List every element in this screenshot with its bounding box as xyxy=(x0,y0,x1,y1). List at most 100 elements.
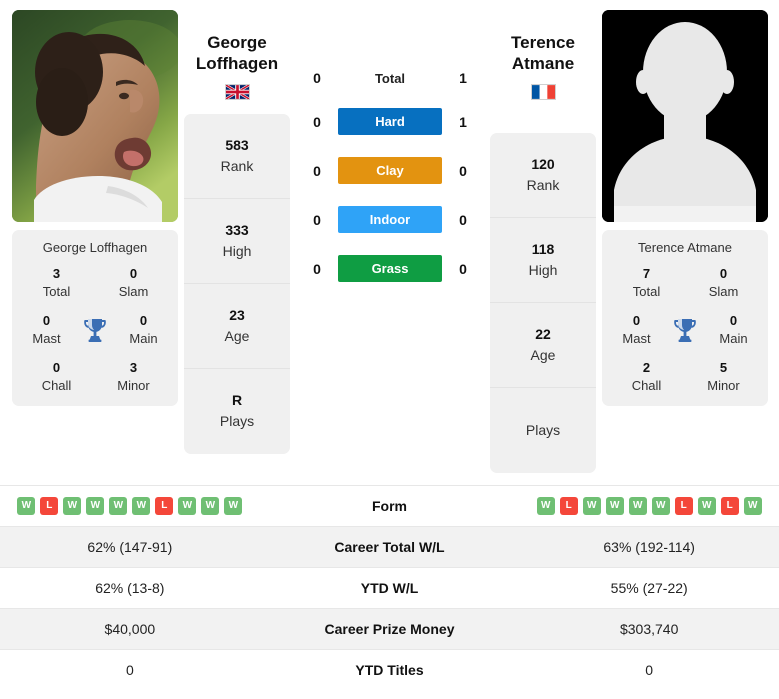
h2h-row-hard: 0 Hard 1 xyxy=(296,108,484,135)
left-titles-mast-value: 0 xyxy=(42,313,51,329)
left-titles-mast: 0 Mast xyxy=(18,312,75,347)
left-player-name: George Loffhagen xyxy=(184,32,290,75)
right-form-badge-3: W xyxy=(605,496,624,515)
row-label-ytd-titles: YTD Titles xyxy=(355,661,424,678)
comparison-header: George Loffhagen 3 Total 0 Slam 0 Mast 0… xyxy=(0,0,779,473)
left-titles-slam-value: 0 xyxy=(129,266,138,281)
left-form-badge-6: L xyxy=(155,496,174,515)
left-info-plays: R Plays xyxy=(184,369,290,454)
h2h-total-right-value: 1 xyxy=(459,70,467,86)
left-info-high-value: 333 xyxy=(225,221,249,238)
left-ytd-wl: 62% (13-8) xyxy=(95,579,165,596)
left-titles-row-3: 0 Chall 3 Minor xyxy=(18,359,172,394)
left-titles-minor-label: Minor xyxy=(117,377,150,393)
left-form-badge-0: W xyxy=(17,496,36,515)
right-titles-slam: 0 Slam xyxy=(685,265,762,300)
left-info-plays-label: Plays xyxy=(219,413,255,429)
right-titles-total-value: 7 xyxy=(642,266,651,281)
row-label-career-total-wl: Career Total W/L xyxy=(334,538,445,555)
right-titles-row-2: 0 Mast 0 Main xyxy=(608,312,762,347)
h2h-hard-left-value: 0 xyxy=(313,113,321,130)
right-titles-chall-value: 2 xyxy=(642,360,651,376)
right-form-badge-1: L xyxy=(559,496,578,515)
left-form-badges: WLWWWWLWWW xyxy=(0,496,260,515)
left-titles-main-value: 0 xyxy=(139,313,148,329)
right-form-badge-2: W xyxy=(582,496,601,515)
surface-badge-indoor[interactable]: Indoor xyxy=(338,206,442,233)
right-player-name-block: Terence Atmane xyxy=(490,10,596,100)
right-info-age-label: Age xyxy=(530,346,556,363)
right-info-age-value: 22 xyxy=(535,325,551,342)
surface-badge-grass[interactable]: Grass xyxy=(338,255,442,282)
surface-badge-hard[interactable]: Hard xyxy=(338,108,442,135)
right-info-rank-label: Rank xyxy=(526,176,560,193)
left-titles-minor-value: 3 xyxy=(129,360,138,376)
right-info-plays: Plays xyxy=(490,388,596,473)
left-titles-total-label: Total xyxy=(42,283,71,299)
right-titles-mast-label: Mast xyxy=(622,330,651,346)
uk-flag-icon xyxy=(224,83,250,100)
left-info-rank-value: 583 xyxy=(225,136,249,153)
table-row-form: WLWWWWLWWW Form WLWWWWLWLW xyxy=(0,484,779,526)
right-form-badge-7: W xyxy=(697,496,716,515)
right-info-age: 22 Age xyxy=(490,303,596,388)
left-career-prize-money: $40,000 xyxy=(104,620,156,637)
right-titles-main-label: Main xyxy=(719,330,748,346)
left-titles-chall-value: 0 xyxy=(52,360,61,376)
left-titles-main: 0 Main xyxy=(115,312,172,347)
right-career-prize-money: $303,740 xyxy=(619,620,679,637)
h2h-indoor-right-value: 0 xyxy=(459,211,467,228)
right-titles-minor-label: Minor xyxy=(707,377,740,393)
player-comparison-page: George Loffhagen 3 Total 0 Slam 0 Mast 0… xyxy=(0,0,779,699)
right-titles-row-3: 2 Chall 5 Minor xyxy=(608,359,762,394)
left-player-info-card: 583 Rank 333 High 23 Age R Plays xyxy=(184,113,290,454)
trophy-icon xyxy=(75,317,115,343)
right-titles-total: 7 Total xyxy=(608,265,685,300)
right-form-badge-6: L xyxy=(674,496,693,515)
right-player-caption: Terence Atmane xyxy=(638,240,732,255)
right-player-info-column: Terence Atmane 120 Rank 118 High 22 Age … xyxy=(484,10,602,473)
right-career-total-wl: 63% (192-114) xyxy=(603,538,695,555)
stats-table: WLWWWWLWWW Form WLWWWWLWLW 62% (147-91) … xyxy=(0,484,779,690)
right-titles-minor: 5 Minor xyxy=(685,359,762,394)
left-titles-total-value: 3 xyxy=(52,266,61,281)
right-player-info-card: 120 Rank 118 High 22 Age Plays xyxy=(490,132,596,473)
h2h-clay-left-value: 0 xyxy=(313,162,321,179)
right-info-rank: 120 Rank xyxy=(490,133,596,218)
right-titles-row-1: 7 Total 0 Slam xyxy=(608,265,762,300)
right-titles-main: 0 Main xyxy=(705,312,762,347)
h2h-row-total: 0 Total 1 xyxy=(296,70,484,86)
trophy-icon xyxy=(665,317,705,343)
left-career-total-wl: 62% (147-91) xyxy=(87,538,173,555)
right-form-badge-4: W xyxy=(628,496,647,515)
left-form-badge-9: W xyxy=(224,496,243,515)
h2h-row-clay: 0 Clay 0 xyxy=(296,157,484,184)
left-form-badge-4: W xyxy=(109,496,128,515)
row-label-form: Form xyxy=(372,497,407,514)
left-player-first-name: George xyxy=(207,33,267,52)
right-titles-minor-value: 5 xyxy=(719,360,728,376)
left-info-high-label: High xyxy=(222,242,252,259)
left-form-badge-7: W xyxy=(178,496,197,515)
right-info-high-value: 118 xyxy=(531,240,555,257)
right-info-rank-value: 120 xyxy=(531,155,555,172)
left-info-rank: 583 Rank xyxy=(184,114,290,199)
right-form-badge-5: W xyxy=(651,496,670,515)
right-ytd-titles: 0 xyxy=(645,661,654,678)
left-info-age: 23 Age xyxy=(184,284,290,369)
right-form-badge-8: L xyxy=(720,496,739,515)
right-player-column: Terence Atmane 7 Total 0 Slam 0 Mast 0 M… xyxy=(602,10,768,407)
left-form-badge-3: W xyxy=(86,496,105,515)
left-titles-chall-label: Chall xyxy=(41,377,72,393)
right-titles-slam-label: Slam xyxy=(708,283,739,299)
left-form-badge-8: W xyxy=(201,496,220,515)
right-titles-mast-value: 0 xyxy=(632,313,641,329)
h2h-grass-left-value: 0 xyxy=(313,260,321,277)
table-row-career-prize-money: $40,000 Career Prize Money $303,740 xyxy=(0,607,779,649)
right-form-badge-9: W xyxy=(743,496,762,515)
left-player-name-block: George Loffhagen xyxy=(184,10,290,100)
surface-badge-clay[interactable]: Clay xyxy=(338,157,442,184)
h2h-indoor-left-value: 0 xyxy=(313,211,321,228)
right-player-first-name: Terence xyxy=(511,33,575,52)
left-player-titles-card: George Loffhagen 3 Total 0 Slam 0 Mast 0… xyxy=(12,230,178,407)
